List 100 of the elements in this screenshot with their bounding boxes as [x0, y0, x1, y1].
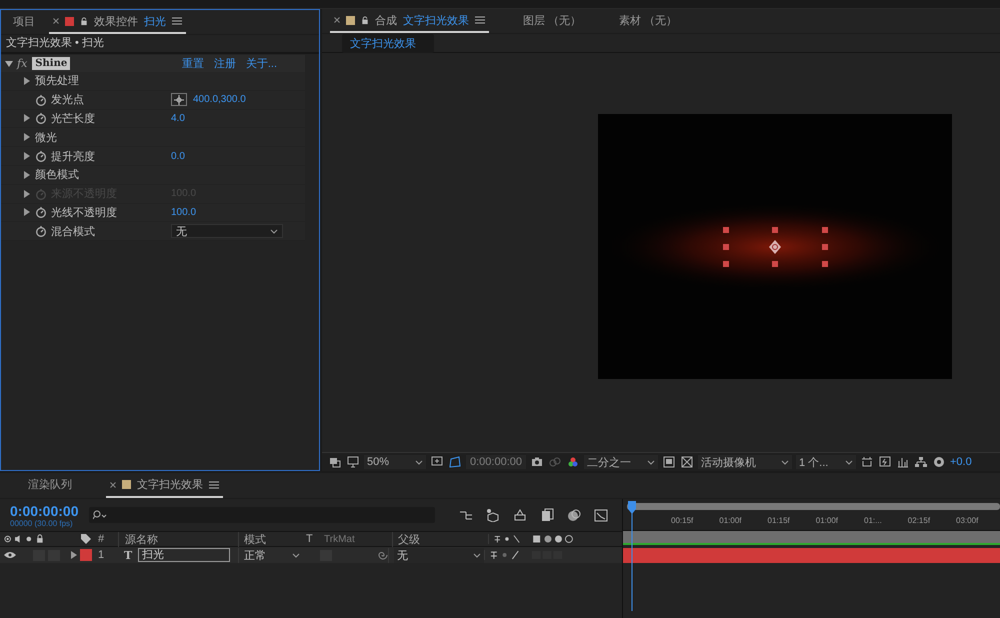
parameter-label: 混合模式 [51, 224, 95, 239]
effect-link[interactable]: 注册 [214, 56, 236, 71]
parameter-label: 光线不透明度 [51, 206, 117, 220]
parameter-label: 颜色模式 [35, 168, 79, 182]
draft-3d-icon[interactable] [486, 508, 500, 522]
caret-icon [647, 460, 655, 464]
column-header: T [305, 533, 314, 545]
twirl-icon[interactable] [23, 114, 31, 122]
menu-icon[interactable] [475, 16, 485, 24]
menu-icon[interactable] [209, 480, 219, 488]
search-icon [92, 510, 106, 520]
layer-type-icon: T [124, 548, 132, 562]
chart-button[interactable] [896, 455, 910, 469]
panel-tab[interactable]: 渲染队列 [24, 474, 76, 498]
label-tag-icon[interactable] [80, 533, 92, 545]
monitor-icon [347, 456, 359, 468]
anchor-point-icon[interactable] [769, 240, 781, 254]
ruler-label: 00:15f [671, 516, 694, 524]
exposure-button[interactable] [932, 455, 946, 469]
current-time-field[interactable]: 0:00:00:00 [466, 455, 526, 469]
link-icon [549, 456, 561, 468]
eye-icon[interactable] [4, 551, 16, 559]
panel-tab[interactable]: 图层 （无） [519, 9, 586, 33]
ruler-label: 03:00f [956, 516, 978, 524]
twirl-icon[interactable] [23, 170, 31, 179]
effect-link[interactable]: 关于... [246, 56, 277, 71]
resolution-dropdown[interactable]: 二分之一 [584, 455, 658, 469]
panel-tab[interactable]: 效果控件 扫光 [49, 10, 186, 34]
crosshair-button[interactable] [171, 93, 187, 106]
panel-tab[interactable]: 项目 [9, 10, 39, 34]
views-dropdown[interactable]: 1 个... [796, 455, 856, 469]
effect-name: Shine [32, 57, 70, 70]
monitor-button[interactable] [346, 455, 360, 469]
mask-path-button[interactable] [448, 455, 462, 469]
exposure-icon [933, 456, 945, 468]
stopwatch-icon[interactable] [35, 94, 47, 106]
close-icon[interactable] [334, 17, 340, 23]
label-color-swatch[interactable] [80, 549, 92, 561]
snapshot-icon [861, 456, 873, 468]
frame-info: 00000 (30.00 fps) [10, 518, 74, 528]
menu-icon[interactable] [172, 17, 182, 25]
selection-handles-drawing[interactable] [723, 227, 828, 267]
color-channels-button[interactable] [566, 455, 580, 469]
caret-icon [415, 460, 423, 464]
mask-path-icon [449, 456, 461, 468]
stopwatch-icon[interactable] [35, 206, 47, 218]
grid-button[interactable] [680, 455, 694, 469]
effect-link[interactable]: 重置 [182, 56, 204, 71]
parameter-value[interactable]: 400.0,300.0 [193, 94, 246, 106]
hierarchy-button[interactable] [914, 455, 928, 469]
ruler-label: 01:... [864, 516, 882, 524]
snapshot-button[interactable] [860, 455, 874, 469]
layer-number: 1 [97, 549, 106, 561]
mode-dropdown[interactable]: 正常 [244, 548, 300, 562]
parameter-value[interactable]: 4.0 [171, 112, 185, 124]
frame-blending-icon[interactable] [540, 508, 554, 522]
timecode[interactable]: 0:00:00:00 [10, 502, 78, 518]
column-header: 源名称 [125, 532, 158, 546]
twirl-icon[interactable] [5, 60, 13, 68]
composition-breadcrumb[interactable]: 文字扫光效果 [342, 34, 434, 52]
twirl-icon[interactable] [23, 208, 31, 216]
pick-whip-icon[interactable] [378, 550, 388, 560]
layers-button[interactable] [328, 455, 342, 469]
ruler-label: 01:15f [768, 516, 790, 524]
region-of-interest-icon [663, 456, 675, 468]
stopwatch-icon[interactable] [35, 150, 47, 162]
preview-icon [879, 456, 891, 468]
parameter-value[interactable]: 100.0 [171, 206, 196, 218]
close-icon[interactable] [110, 482, 116, 488]
layer-name-field[interactable]: 扫光 [138, 548, 230, 562]
lock-icon [361, 16, 369, 24]
playhead-icon[interactable] [627, 501, 637, 611]
lock-icon [80, 16, 88, 26]
twirl-icon[interactable] [23, 133, 31, 142]
panel-tab[interactable]: 素材 （无） [615, 9, 682, 33]
caret-icon [845, 460, 853, 464]
fx-label[interactable]: fx [17, 57, 28, 70]
search-field[interactable] [88, 507, 434, 523]
close-icon[interactable] [53, 18, 59, 24]
stopwatch-icon[interactable] [35, 225, 47, 238]
grid-icon [681, 456, 693, 468]
column-header: TrkMat [324, 534, 355, 544]
exposure-value[interactable]: +0.0 [950, 456, 972, 468]
twirl-icon[interactable] [23, 152, 31, 160]
twirl-icon[interactable] [70, 551, 78, 559]
region-of-interest-button[interactable] [662, 455, 676, 469]
blend-mode-dropdown[interactable]: 无 [171, 224, 283, 238]
panel-tab[interactable]: 文字扫光效果 [106, 474, 223, 498]
camera-button[interactable] [530, 455, 544, 469]
zoom-dropdown[interactable]: 50% [364, 455, 426, 469]
shy-layers-icon[interactable] [512, 508, 526, 522]
twirl-icon[interactable] [23, 76, 31, 85]
camera-dropdown[interactable]: 活动摄像机 [698, 455, 792, 469]
parameter-value[interactable]: 0.0 [171, 150, 185, 162]
graph-editor-icon[interactable] [594, 508, 608, 522]
stopwatch-icon[interactable] [35, 112, 47, 124]
ruler-label: 02:15f [908, 516, 930, 524]
preview-button[interactable] [878, 455, 892, 469]
parent-dropdown[interactable]: 无 [394, 548, 484, 562]
motion-blur-icon[interactable] [566, 508, 580, 522]
